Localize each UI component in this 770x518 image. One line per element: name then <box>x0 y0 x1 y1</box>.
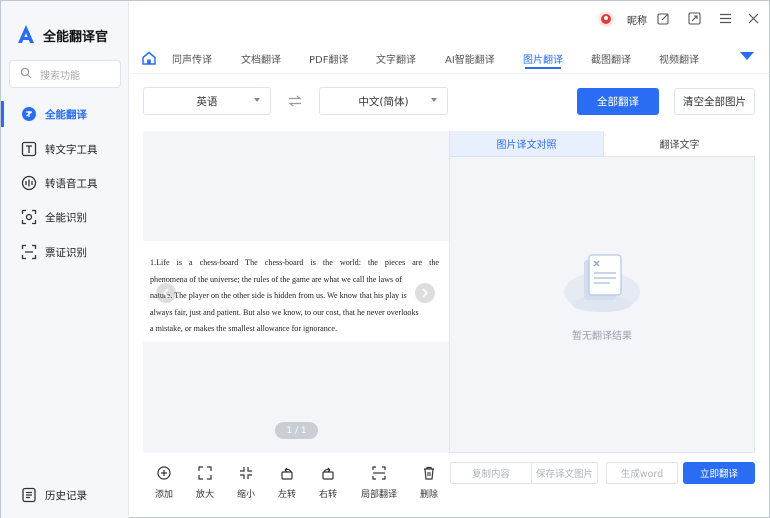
add-button[interactable]: 添加 <box>146 463 182 503</box>
tab-video[interactable]: 视频翻译 <box>659 51 699 67</box>
sidebar-item-text-tool[interactable]: 转文字工具 <box>9 136 121 162</box>
tool-label: 局部翻译 <box>360 490 397 500</box>
chevron-down-icon <box>254 98 260 102</box>
recognize-icon <box>21 209 37 225</box>
edit-icon[interactable] <box>657 12 670 25</box>
avatar[interactable] <box>598 11 614 27</box>
image-text-line: nature. The player on the other side is … <box>150 291 407 300</box>
tool-label: 删除 <box>419 490 438 500</box>
rotate-left-icon <box>279 465 295 481</box>
tab-simultaneous[interactable]: 同声传译 <box>172 51 212 67</box>
source-language-value: 英语 <box>196 95 218 108</box>
tab-image[interactable]: 图片翻译 <box>523 51 563 67</box>
partial-translate-button[interactable]: 局部翻译 <box>357 463 401 503</box>
active-indicator <box>1 101 4 127</box>
history-label: 历史记录 <box>45 489 87 502</box>
tool-label: 右转 <box>318 490 337 500</box>
copy-content-button[interactable]: 复制内容 <box>450 462 532 484</box>
zoom-in-button[interactable]: 放大 <box>187 463 223 503</box>
sidebar: 全能翻译官 搜索功能 全能翻译 转文字工具 转语音工具 全能识别 票证识别 历史… <box>1 1 129 518</box>
tool-label: 缩小 <box>236 490 255 500</box>
page-indicator: 1 / 1 <box>275 422 318 439</box>
prev-image-button[interactable] <box>156 283 176 303</box>
delete-button[interactable]: 删除 <box>411 463 447 503</box>
sidebar-item-voice-tool[interactable]: 转语音工具 <box>9 170 121 196</box>
source-language-select[interactable]: 英语 <box>143 87 271 115</box>
zoom-in-icon <box>197 465 213 481</box>
save-translated-image-button[interactable]: 保存译文图片 <box>531 462 598 484</box>
menu-icon[interactable] <box>719 13 732 24</box>
tab-screenshot[interactable]: 截图翻译 <box>591 51 631 67</box>
divider <box>130 73 770 74</box>
voice-tool-icon <box>21 175 37 191</box>
empty-result-icon <box>554 246 650 318</box>
tool-label: 添加 <box>154 490 173 500</box>
text-tool-icon <box>21 141 37 157</box>
sidebar-item-label: 全能识别 <box>45 211 87 224</box>
sidebar-item-label: 转文字工具 <box>45 143 98 156</box>
tool-label: 放大 <box>195 490 214 500</box>
history-icon <box>21 487 37 503</box>
mini-mode-icon[interactable] <box>688 12 701 25</box>
rotate-right-icon <box>320 465 336 481</box>
sidebar-item-label: 转语音工具 <box>45 177 98 190</box>
sidebar-item-label: 全能翻译 <box>45 108 87 121</box>
rotate-left-button[interactable]: 左转 <box>269 463 305 503</box>
generate-word-button[interactable]: 生成word <box>606 462 678 484</box>
translate-all-button[interactable]: 全部翻译 <box>577 88 659 115</box>
tabs-more-icon[interactable] <box>740 52 754 60</box>
chevron-down-icon <box>431 98 437 102</box>
sidebar-item-ticket[interactable]: 票证识别 <box>9 239 121 265</box>
tool-label: 左转 <box>277 490 296 500</box>
translate-now-button[interactable]: 立即翻译 <box>683 462 755 484</box>
tab-translated-text[interactable]: 翻译文字 <box>603 131 755 157</box>
sidebar-item-label: 票证识别 <box>45 246 87 259</box>
app-title: 全能翻译官 <box>43 30 109 45</box>
next-image-button[interactable] <box>415 283 435 303</box>
user-name[interactable]: 昵称 <box>627 12 647 27</box>
search-icon <box>20 67 34 81</box>
app-logo-icon <box>15 23 37 45</box>
add-icon <box>156 465 172 481</box>
image-text-line: phenomena of the universe; the rules of … <box>150 274 402 284</box>
search-box[interactable]: 搜索功能 <box>9 60 121 88</box>
tab-text[interactable]: 文字翻译 <box>376 51 416 67</box>
tab-document[interactable]: 文档翻译 <box>241 51 281 67</box>
zoom-out-icon <box>238 465 254 481</box>
search-input[interactable]: 搜索功能 <box>40 67 80 82</box>
translate-icon <box>21 106 37 122</box>
scan-ticket-icon <box>21 244 37 260</box>
rotate-right-button[interactable]: 右转 <box>310 463 346 503</box>
image-content: 1.Life is a chess-board The chess-board … <box>143 241 449 342</box>
swap-language-icon[interactable] <box>288 95 302 107</box>
close-icon[interactable] <box>747 12 760 25</box>
sidebar-item-recognize[interactable]: 全能识别 <box>9 204 121 230</box>
history-button[interactable]: 历史记录 <box>9 482 121 508</box>
empty-result-text: 暂无翻译结果 <box>572 331 632 342</box>
sidebar-item-translate[interactable]: 全能翻译 <box>9 101 121 127</box>
tab-ai[interactable]: AI智能翻译 <box>445 51 495 67</box>
tab-image-compare[interactable]: 图片译文对照 <box>450 131 603 157</box>
home-icon[interactable] <box>141 50 157 66</box>
zoom-out-button[interactable]: 缩小 <box>228 463 264 503</box>
tab-pdf[interactable]: PDF翻译 <box>309 51 348 67</box>
image-text-line: a mistake, or makes the smallest allowan… <box>150 324 337 333</box>
target-language-select[interactable]: 中文(简体) <box>319 87 448 115</box>
trash-icon <box>421 465 437 481</box>
tab-underline <box>525 67 561 69</box>
image-text-line: always fair, just and patient. But also … <box>150 307 419 317</box>
clear-all-images-button[interactable]: 清空全部图片 <box>674 88 755 115</box>
image-text-line: 1.Life is a chess-board The chess-board … <box>150 258 439 267</box>
target-language-value: 中文(简体) <box>358 95 409 108</box>
app-window: 全能翻译官 搜索功能 全能翻译 转文字工具 转语音工具 全能识别 票证识别 历史… <box>0 0 770 518</box>
partial-translate-icon <box>371 465 387 481</box>
